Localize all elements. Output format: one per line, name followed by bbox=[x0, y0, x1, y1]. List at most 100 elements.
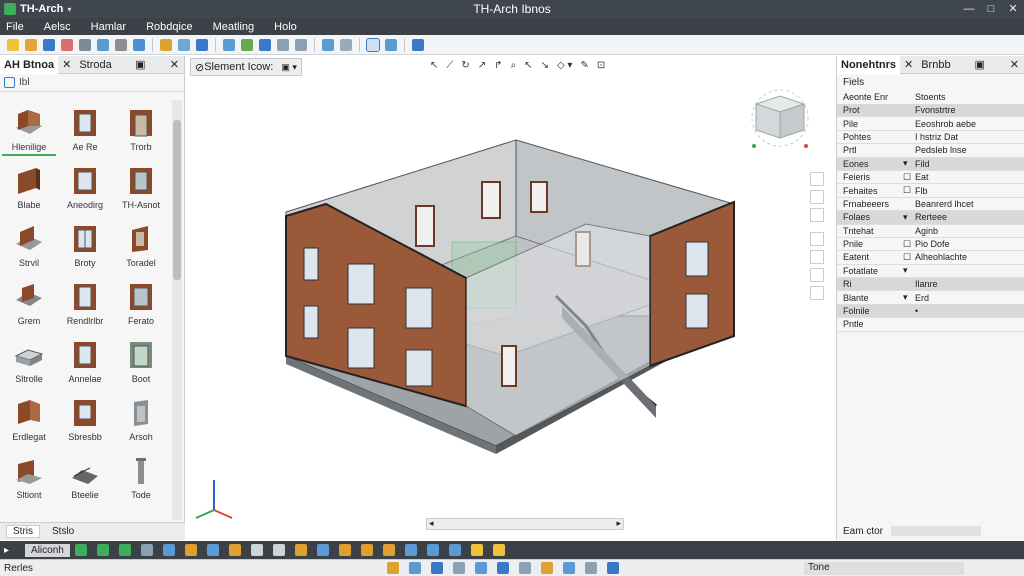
mirror-icon[interactable] bbox=[295, 38, 307, 51]
prop-row[interactable]: Prtl Pedsleb lnse bbox=[837, 144, 1024, 158]
status-track-icon[interactable] bbox=[497, 562, 509, 574]
line-icon[interactable] bbox=[140, 544, 153, 556]
status-lw-icon[interactable] bbox=[519, 562, 531, 574]
close-button[interactable]: ✕ bbox=[1002, 0, 1024, 18]
menu-view[interactable]: Hamlar bbox=[91, 21, 126, 33]
library-item[interactable]: Ae Re bbox=[58, 100, 112, 156]
library-item[interactable]: Sltrolle bbox=[2, 332, 56, 388]
status-polar-icon[interactable] bbox=[453, 562, 465, 574]
save-icon[interactable] bbox=[43, 38, 55, 51]
bottom-tab-2[interactable]: Stslo bbox=[46, 526, 80, 537]
prop-row[interactable]: Folaes ▾ Rerteee bbox=[837, 211, 1024, 225]
panel-close-icon[interactable]: ✕ bbox=[170, 58, 179, 71]
library-item[interactable]: Bteelie bbox=[58, 448, 112, 504]
tab-library[interactable]: AH Btnoa bbox=[0, 55, 59, 74]
snap-icon[interactable] bbox=[259, 38, 271, 51]
status-layout-icon[interactable] bbox=[563, 562, 575, 574]
prop-row[interactable]: Fehaites ☐ Flb bbox=[837, 184, 1024, 198]
prop-row[interactable]: Frnabeeers Beanrerd lhcet bbox=[837, 198, 1024, 212]
prop-row[interactable]: Pile Eeoshrob aebe bbox=[837, 117, 1024, 131]
app-menu-caret-icon[interactable]: ▾ bbox=[67, 5, 71, 14]
mode-label[interactable]: Aliconh bbox=[25, 543, 70, 557]
camera-icon[interactable] bbox=[810, 268, 824, 282]
arc-icon[interactable] bbox=[162, 544, 175, 556]
status-osnap-icon[interactable] bbox=[475, 562, 487, 574]
paste-icon[interactable] bbox=[115, 38, 127, 51]
scroll-right-icon[interactable]: ▸ bbox=[616, 518, 621, 529]
filter-label[interactable]: Ibl bbox=[19, 77, 30, 88]
prop-row[interactable]: Eones ▾ Fild bbox=[837, 157, 1024, 171]
edit-icon[interactable] bbox=[228, 544, 241, 556]
library-item[interactable]: Sltiont bbox=[2, 448, 56, 504]
library-item[interactable]: Tode bbox=[114, 448, 168, 504]
scroll-left-icon[interactable]: ◂ bbox=[429, 518, 434, 529]
expand-icon[interactable] bbox=[810, 286, 824, 300]
tab-styles[interactable]: Stroda bbox=[75, 56, 115, 74]
select-tool-icon[interactable] bbox=[366, 37, 380, 52]
library-item[interactable]: Blabe bbox=[2, 158, 56, 214]
filter-toggle-icon[interactable] bbox=[4, 77, 15, 88]
grid-icon[interactable] bbox=[178, 38, 190, 51]
copy-icon[interactable] bbox=[97, 38, 109, 51]
building-model[interactable] bbox=[186, 56, 834, 540]
status-workspace-icon[interactable] bbox=[607, 562, 619, 574]
library-item[interactable]: Hlenilige bbox=[2, 100, 56, 156]
settings-icon[interactable] bbox=[412, 38, 424, 51]
prop-row[interactable]: Tntehat Aginb bbox=[837, 225, 1024, 238]
section-tool-icon[interactable] bbox=[426, 544, 439, 556]
orbit-icon[interactable] bbox=[385, 38, 397, 51]
undo-icon[interactable] bbox=[74, 544, 87, 556]
status-grid-icon[interactable] bbox=[409, 562, 421, 574]
minimize-button[interactable]: — bbox=[958, 0, 980, 18]
copy-tool-icon[interactable] bbox=[206, 544, 219, 556]
status-annot-icon[interactable] bbox=[585, 562, 597, 574]
panel-close-icon[interactable]: ✕ bbox=[1010, 58, 1019, 71]
library-item[interactable]: Aneodirg bbox=[58, 158, 112, 214]
section-box-icon[interactable] bbox=[810, 232, 824, 246]
refresh-icon[interactable] bbox=[118, 544, 131, 556]
menu-modeling[interactable]: Meatling bbox=[213, 21, 255, 33]
menu-help[interactable]: Holo bbox=[274, 21, 297, 33]
prop-row[interactable]: Pohtes I hstriz Dat bbox=[837, 131, 1024, 145]
prop-row[interactable]: Prot Fvonstrtre bbox=[837, 104, 1024, 118]
library-item[interactable]: Grem bbox=[2, 274, 56, 330]
section-icon[interactable] bbox=[340, 38, 352, 51]
tag-icon[interactable] bbox=[382, 544, 395, 556]
new-file-icon[interactable] bbox=[7, 38, 19, 51]
brush-icon[interactable] bbox=[294, 544, 307, 556]
prop-row[interactable]: Blante ▾ Erd bbox=[837, 291, 1024, 305]
prop-row[interactable]: Eatent ☐ Alheohlachte bbox=[837, 251, 1024, 265]
library-item[interactable]: Ferato bbox=[114, 274, 168, 330]
prop-row[interactable]: Folnile • bbox=[837, 304, 1024, 319]
status-model-icon[interactable] bbox=[541, 562, 553, 574]
tab-close-icon[interactable]: ✕ bbox=[58, 56, 75, 74]
library-item[interactable]: Rendlrlbr bbox=[58, 274, 112, 330]
prop-row[interactable]: Feieris ☐ Eat bbox=[837, 171, 1024, 185]
grid-tool-icon[interactable] bbox=[250, 544, 263, 556]
shade-icon[interactable] bbox=[810, 250, 824, 264]
scroll-thumb[interactable] bbox=[173, 120, 181, 280]
status-right[interactable]: Tone bbox=[804, 561, 964, 575]
open-folder-icon[interactable] bbox=[25, 38, 37, 51]
render-icon[interactable] bbox=[322, 38, 334, 51]
bottom-menu-icon[interactable]: ▸ bbox=[4, 545, 9, 556]
library-item[interactable]: Sbresbb bbox=[58, 390, 112, 446]
prop-row[interactable]: Pntle bbox=[837, 318, 1024, 332]
camera-tool-icon[interactable] bbox=[448, 544, 461, 556]
measure-icon[interactable] bbox=[241, 38, 253, 51]
menu-edit[interactable]: Aelsc bbox=[44, 21, 71, 33]
snap-tool-icon[interactable] bbox=[338, 544, 351, 556]
print-icon[interactable] bbox=[61, 38, 73, 51]
status-ortho-icon[interactable] bbox=[431, 562, 443, 574]
layers-icon[interactable] bbox=[810, 172, 824, 186]
prop-row[interactable]: Fotatlate ▾ bbox=[837, 265, 1024, 279]
library-item[interactable]: Erdlegat bbox=[2, 390, 56, 446]
prop-row[interactable]: Ri Ilanre bbox=[837, 278, 1024, 292]
rotate-icon[interactable] bbox=[277, 38, 289, 51]
wall-tool-icon[interactable] bbox=[160, 38, 172, 51]
view-cube-icon[interactable] bbox=[751, 89, 809, 148]
move-tool-icon[interactable] bbox=[184, 544, 197, 556]
find-icon[interactable] bbox=[133, 38, 145, 51]
redo-icon[interactable] bbox=[96, 544, 109, 556]
library-item[interactable]: Toradel bbox=[114, 216, 168, 272]
